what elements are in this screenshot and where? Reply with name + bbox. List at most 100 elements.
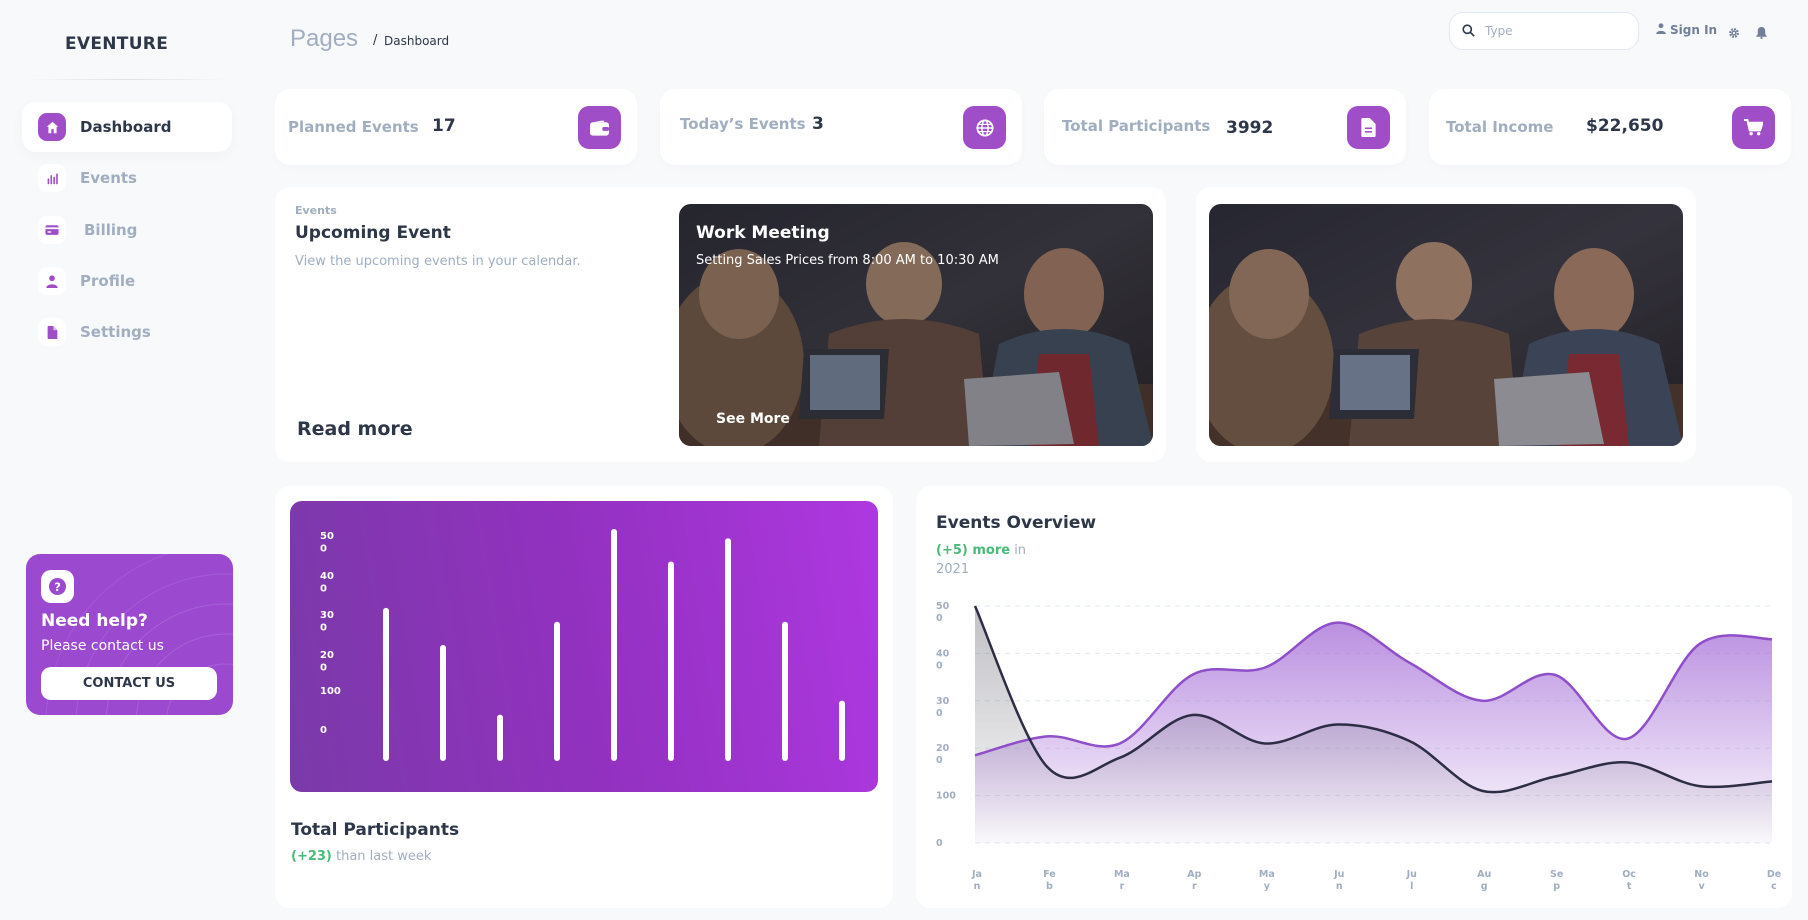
card-subtitle: (+23) than last week [291, 849, 431, 864]
y-tick-label: 50 0 [936, 601, 950, 624]
sidebar-item-settings[interactable]: Settings [22, 307, 232, 357]
upcoming-event-card: Events Upcoming Event View the upcoming … [275, 187, 1166, 462]
x-tick-label: Ju l [1406, 869, 1417, 892]
stat-label: Total Participants [1062, 117, 1211, 135]
stat-value: 17 [432, 116, 456, 136]
stat-value: 3 [812, 114, 824, 134]
sidebar-nav: Dashboard Events Billing Profile Setting… [22, 102, 232, 358]
y-tick-label: 50 0 [320, 531, 334, 555]
sign-in-label: Sign In [1670, 23, 1718, 37]
stat-label: Total Income [1446, 118, 1554, 136]
stat-card-todays-events: Today’s Events 3 [660, 89, 1022, 165]
stat-label: Today’s Events [680, 115, 806, 133]
sidebar-item-billing[interactable]: Billing [22, 205, 232, 255]
stat-value: 3992 [1226, 118, 1274, 138]
y-tick-label: 0 [936, 838, 943, 849]
bar [725, 538, 731, 761]
bar-chart-icon [38, 164, 66, 192]
x-tick-label: Ap r [1187, 869, 1201, 892]
photo-title: Work Meeting [696, 223, 830, 243]
event-photo-card [1196, 187, 1696, 462]
home-icon [38, 113, 66, 141]
y-tick-label: 100 [320, 686, 341, 697]
x-tick-label: De c [1767, 869, 1781, 892]
section-label: Events [295, 204, 337, 217]
x-tick-label: Fe b [1043, 869, 1056, 892]
svg-text:?: ? [54, 580, 61, 594]
sign-in-link[interactable]: Sign In [1656, 23, 1717, 37]
bar [839, 700, 845, 761]
y-tick-label: 40 0 [936, 648, 950, 671]
brand-logo[interactable]: EVENTURE [65, 34, 168, 54]
stat-label: Planned Events [288, 118, 419, 136]
credit-card-icon [38, 216, 66, 244]
wallet-icon [578, 106, 621, 149]
y-tick-label: 30 0 [320, 610, 334, 634]
person-icon [38, 267, 66, 295]
bell-icon[interactable] [1756, 24, 1767, 43]
stat-card-total-income: Total Income $22,650 [1429, 89, 1791, 165]
bar [383, 607, 389, 761]
bar [611, 529, 617, 761]
x-tick-label: Ma y [1259, 869, 1275, 892]
x-tick-label: No v [1694, 869, 1709, 892]
stat-card-total-participants: Total Participants 3992 [1044, 89, 1406, 165]
help-card: ? Need help? Please contact us CONTACT U… [26, 554, 233, 715]
bar [497, 714, 503, 761]
breadcrumb-current: Dashboard [384, 34, 450, 48]
read-more-link[interactable]: Read more [297, 418, 413, 440]
see-more-link[interactable]: See More [716, 411, 790, 427]
events-overview-chart: 50 0 40 0 30 0 20 0 100 0 Ja n Fe b Ma r Ap r Ma y Ju n Ju l Au g… [936, 601, 1781, 892]
search-box[interactable] [1449, 12, 1639, 50]
breadcrumb-root[interactable]: Pages [290, 25, 358, 53]
search-input[interactable] [1485, 24, 1625, 38]
y-tick-label: 20 0 [936, 743, 950, 766]
photo-subtitle: Setting Sales Prices from 8:00 AM to 10:… [696, 253, 999, 268]
sidebar-item-dashboard[interactable]: Dashboard [22, 102, 232, 152]
bar [782, 621, 788, 761]
sidebar-item-label: Settings [80, 323, 151, 341]
stat-value: $22,650 [1586, 116, 1664, 136]
help-icon: ? [41, 570, 74, 603]
sidebar-item-label: Profile [80, 272, 136, 290]
meeting-photo [1209, 204, 1683, 446]
participants-bar-chart: 50 0 40 0 30 0 20 0 100 0 [320, 529, 845, 761]
bar [668, 561, 674, 761]
breadcrumb-separator: / [373, 33, 378, 48]
document-icon [1347, 106, 1390, 149]
change-value: (+23) [291, 849, 332, 864]
card-title: Upcoming Event [295, 223, 451, 243]
x-tick-label: Ju n [1333, 869, 1344, 892]
x-tick-label: Ja n [971, 869, 982, 892]
event-photo[interactable]: Work Meeting Setting Sales Prices from 8… [679, 204, 1153, 446]
y-tick-label: 30 0 [936, 696, 950, 719]
gear-icon[interactable] [1728, 24, 1740, 43]
stat-card-planned-events: Planned Events 17 [275, 89, 637, 165]
globe-icon [963, 106, 1006, 149]
person-icon [1656, 23, 1666, 37]
sidebar-item-profile[interactable]: Profile [22, 256, 232, 306]
sidebar-item-events[interactable]: Events [22, 153, 232, 203]
contact-us-button[interactable]: CONTACT US [41, 667, 217, 700]
sidebar-item-label: Billing [84, 221, 138, 239]
sidebar-item-label: Dashboard [80, 118, 172, 136]
y-tick-label: 0 [320, 725, 327, 736]
bar [554, 621, 560, 761]
y-tick-label: 100 [936, 791, 956, 802]
participants-chart-area: 50 0 40 0 30 0 20 0 100 0 [290, 501, 878, 792]
change-suffix: than last week [331, 849, 432, 864]
card-title: Total Participants [291, 820, 460, 840]
sidebar-divider [24, 79, 232, 80]
event-photo[interactable] [1209, 204, 1683, 446]
document-icon [38, 318, 66, 346]
cart-icon [1732, 106, 1775, 149]
x-tick-label: Se p [1550, 869, 1563, 892]
x-tick-label: Oc t [1622, 869, 1636, 892]
help-subtitle: Please contact us [41, 638, 164, 654]
events-overview-card: Events Overview (+5) more in 2021 50 0 40 0… [916, 486, 1792, 908]
sidebar-item-label: Events [80, 169, 137, 187]
participants-card: 50 0 40 0 30 0 20 0 100 0 Total Participants (+23… [275, 486, 893, 908]
y-tick-label: 40 0 [320, 571, 334, 595]
y-tick-label: 20 0 [320, 650, 334, 674]
x-tick-label: Au g [1477, 869, 1491, 892]
